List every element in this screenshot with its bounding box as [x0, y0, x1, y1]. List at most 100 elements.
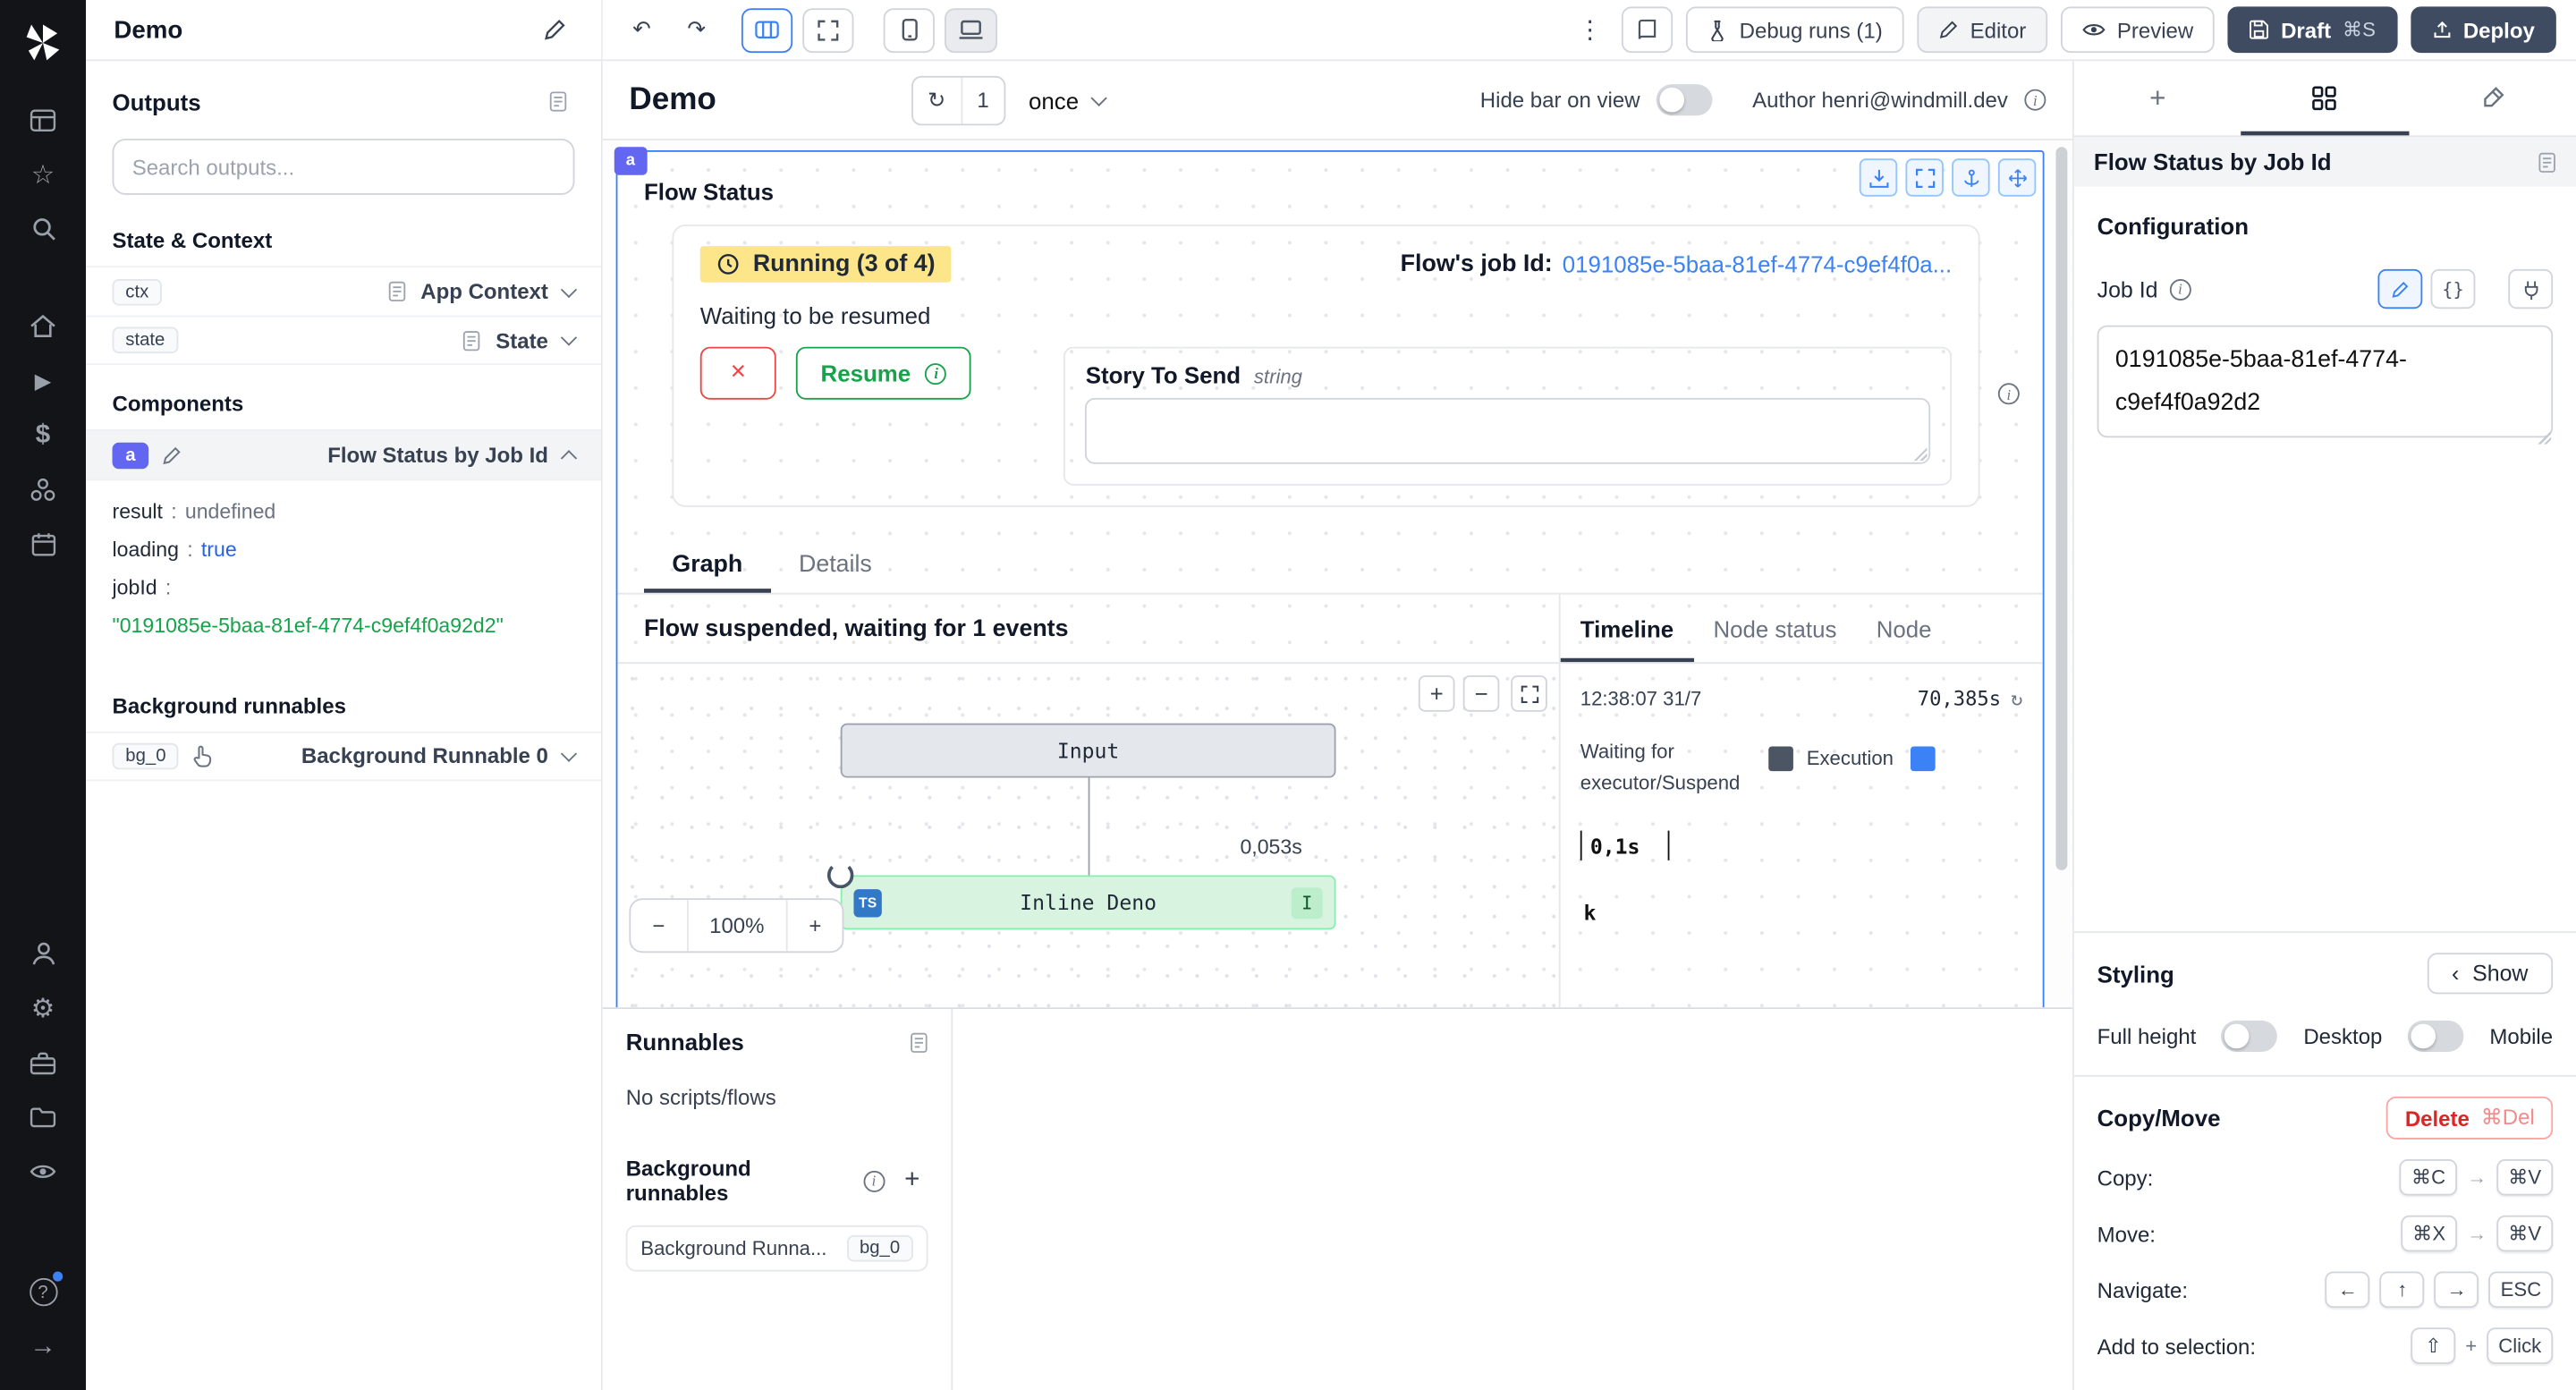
tab-graph[interactable]: Graph — [644, 540, 771, 593]
edit-title-button[interactable] — [537, 12, 573, 48]
app-title-area: Demo — [86, 0, 603, 59]
mobile-view-button[interactable] — [884, 7, 935, 52]
desktop-view-button[interactable] — [945, 7, 998, 52]
info-icon: i — [2169, 278, 2190, 300]
static-input-mode-button[interactable] — [2377, 269, 2422, 309]
rail-item-home[interactable] — [13, 299, 72, 353]
graph-node-inline-deno[interactable]: TS Inline Deno I — [841, 875, 1336, 929]
output-jobid-value: "0191085e-5baa-81ef-4774-c9ef4f0a92d2" — [113, 608, 575, 647]
selected-component-header: Flow Status by Job Id — [2074, 137, 2576, 186]
docs-button[interactable] — [1623, 6, 1674, 53]
code-icon: {} — [2442, 278, 2463, 300]
flow-graph-pane: Flow suspended, waiting for 1 events + −… — [617, 595, 1560, 1008]
desktop-toggle[interactable] — [2408, 1021, 2464, 1052]
tab-node-status[interactable]: Node status — [1693, 595, 1856, 663]
rail-item-workers[interactable] — [13, 1036, 72, 1090]
tab-insert[interactable]: + — [2074, 61, 2241, 135]
ctx-row[interactable]: ctx App Context — [86, 266, 601, 315]
runnables-panel-button[interactable] — [910, 1031, 928, 1053]
show-styling-button[interactable]: ‹ Show — [2427, 953, 2553, 994]
output-loading: loading:true — [113, 532, 575, 571]
canvas-scrollbar[interactable] — [2055, 147, 2067, 870]
tab-styling[interactable] — [2409, 61, 2576, 135]
resize-handle[interactable] — [1912, 445, 1928, 461]
full-height-toggle[interactable] — [2222, 1021, 2278, 1052]
home-icon — [30, 314, 56, 339]
app-canvas[interactable]: a Flow Status Runni — [603, 140, 2072, 1007]
component-insert-button[interactable] — [1860, 158, 1897, 196]
legend-waiting-swatch — [1768, 746, 1793, 771]
kbd-click: Click — [2487, 1327, 2553, 1364]
rail-item-favorites[interactable]: ☆ — [13, 147, 72, 201]
tab-node[interactable]: Node — [1857, 595, 1952, 663]
rail-item-resources[interactable] — [13, 462, 72, 517]
redo-button[interactable]: ↷ — [681, 10, 712, 49]
graph-zoom-in-button[interactable]: + — [1419, 675, 1455, 712]
preview-label: Preview — [2117, 17, 2193, 42]
eval-input-mode-button[interactable]: {} — [2431, 269, 2476, 309]
component-anchor-button[interactable] — [1952, 158, 1989, 196]
rail-item-users[interactable] — [13, 927, 72, 981]
rail-item-help[interactable]: ? — [13, 1265, 72, 1319]
rail-item-apps[interactable] — [13, 92, 72, 147]
rail-item-runs[interactable]: ▶ — [13, 353, 72, 408]
flow-status-component[interactable]: a Flow Status Runni — [616, 150, 2045, 1007]
rail-item-schedules[interactable] — [13, 517, 72, 572]
hide-bar-toggle[interactable] — [1657, 84, 1713, 115]
tab-details[interactable]: Details — [771, 540, 901, 593]
resources-icon — [30, 478, 56, 503]
draft-button[interactable]: Draft⌘S — [2228, 6, 2397, 53]
resume-button[interactable]: Resume i — [796, 347, 972, 400]
more-menu-button[interactable]: ⋮ — [1571, 8, 1608, 51]
bg-runnable-item-label: Background Runna... — [640, 1237, 826, 1260]
story-to-send-input[interactable] — [1086, 398, 1930, 464]
plug-icon — [2521, 278, 2540, 300]
refresh-button[interactable]: ↻ — [913, 77, 961, 123]
rail-item-folders[interactable] — [13, 1089, 72, 1144]
editor-mode-button[interactable]: Editor — [1918, 6, 2048, 53]
search-outputs-input[interactable] — [113, 139, 575, 195]
zoom-in-button[interactable]: + — [785, 900, 843, 951]
rail-item-search[interactable] — [13, 201, 72, 256]
schedule-select[interactable]: once — [1029, 87, 1106, 114]
toggle-panels-button[interactable] — [742, 7, 793, 52]
delete-component-button[interactable]: Delete ⌘Del — [2387, 1097, 2554, 1140]
add-background-runnable-button[interactable]: + — [896, 1165, 928, 1198]
topbar: Demo ↶ ↷ ⋮ Debug runs (1) Editor Preview — [86, 0, 2576, 61]
collapse-panel-button[interactable] — [542, 84, 575, 119]
debug-runs-button[interactable]: Debug runs (1) — [1687, 6, 1904, 53]
fit-view-button[interactable] — [803, 7, 854, 52]
components-grid-icon — [2313, 86, 2338, 111]
rail-item-audit[interactable] — [13, 1144, 72, 1199]
info-icon: i — [1998, 383, 2020, 404]
bg-runnable-item[interactable]: Background Runna... bg_0 — [626, 1225, 928, 1272]
connect-input-button[interactable] — [2508, 269, 2553, 309]
rail-item-variables[interactable]: $ — [13, 408, 72, 462]
rail-item-settings[interactable]: ⚙ — [13, 981, 72, 1036]
jobid-input[interactable]: 0191085e-5baa-81ef-4774-c9ef4f0a92d2 — [2097, 326, 2554, 438]
zoom-out-button[interactable]: − — [631, 900, 686, 951]
tab-timeline[interactable]: Timeline — [1561, 595, 1694, 663]
toggle-knob — [2225, 1024, 2250, 1049]
edit-component-id-button[interactable] — [162, 445, 182, 465]
graph-zoom-out-button[interactable]: − — [1463, 675, 1500, 712]
undo-button[interactable]: ↶ — [626, 10, 657, 49]
job-id-link[interactable]: 0191085e-5baa-81ef-4774-c9ef4f0a... — [1563, 251, 1952, 278]
state-row[interactable]: state State — [86, 316, 601, 365]
component-a-row[interactable]: a Flow Status by Job Id — [86, 429, 601, 479]
component-expand-button[interactable] — [1905, 158, 1943, 196]
resize-handle[interactable] — [2537, 429, 2552, 445]
rail-item-collapse[interactable]: → — [13, 1319, 72, 1374]
component-move-button[interactable] — [1998, 158, 2036, 196]
graph-node-input[interactable]: Input — [841, 724, 1336, 778]
bg-runnable-row[interactable]: bg_0 Background Runnable 0 — [86, 731, 601, 780]
flow-graph-canvas[interactable]: + − Input 0,053s TS — [617, 664, 1558, 1007]
flask-icon — [1708, 19, 1728, 40]
cancel-flow-button[interactable]: × — [700, 347, 776, 400]
graph-fullscreen-button[interactable] — [1511, 675, 1547, 712]
tab-settings[interactable] — [2241, 61, 2409, 135]
preview-mode-button[interactable]: Preview — [2061, 6, 2215, 53]
briefcase-icon — [30, 1051, 56, 1074]
deploy-button[interactable]: Deploy — [2411, 6, 2556, 53]
minus-icon: − — [1474, 681, 1487, 708]
